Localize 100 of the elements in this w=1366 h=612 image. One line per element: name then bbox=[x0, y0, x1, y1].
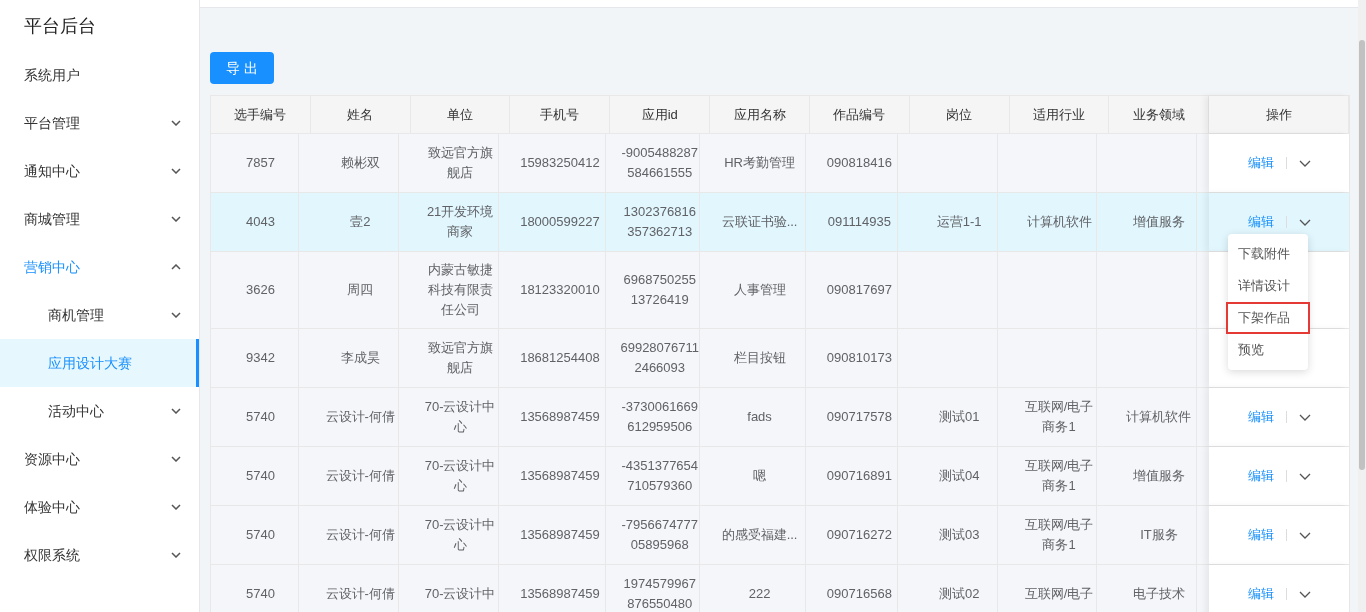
table-cell-text: 9342 bbox=[245, 349, 275, 367]
table-cell-text: 的感受福建... bbox=[721, 526, 798, 544]
edit-link[interactable]: 编辑 bbox=[1247, 525, 1274, 545]
sidebar-item[interactable]: 权限系统 bbox=[0, 531, 199, 579]
sidebar-item[interactable]: 商城管理 bbox=[0, 195, 199, 243]
table-cell-text: 周四 bbox=[347, 281, 374, 299]
sidebar-item[interactable]: 资源中心 bbox=[0, 435, 199, 483]
chevron-down-icon bbox=[171, 120, 181, 126]
table-row[interactable]: 5740 云设计-何倩 70-云设计中心 13568987459 -795667477705895968 的感受福建... 090716272 测试03 互联网/电子商务1 IT服务 编辑 bbox=[211, 505, 1349, 564]
table-cell-text: 1974579967876550480 bbox=[622, 575, 697, 612]
table-cell-text: 13568987459 bbox=[520, 408, 600, 426]
chevron-down-icon[interactable] bbox=[1298, 413, 1311, 421]
table-cell-text: 赖彬双 bbox=[340, 154, 380, 172]
table-cell-text: 222 bbox=[748, 585, 771, 603]
table-cell-text: 090810173 bbox=[826, 349, 892, 367]
export-button[interactable]: 导 出 bbox=[210, 52, 274, 84]
sidebar-item[interactable]: 通知中心 bbox=[0, 147, 199, 195]
chevron-up-icon bbox=[171, 264, 181, 270]
table-cell-text: 人事管理 bbox=[733, 281, 786, 299]
edit-link[interactable]: 编辑 bbox=[1247, 153, 1274, 173]
table-cell-text: 091114935 bbox=[827, 213, 891, 231]
table-cell-text: 70-云设计中心 bbox=[423, 398, 497, 436]
table-cell-text: 计算机软件 bbox=[1126, 408, 1192, 426]
scrollbar[interactable] bbox=[1358, 0, 1366, 612]
sidebar-item[interactable]: 体验中心 bbox=[0, 483, 199, 531]
table-cell-text: 测试01 bbox=[939, 408, 980, 426]
table-cell-text: 13568987459 bbox=[520, 467, 600, 485]
table-row[interactable]: 5740 云设计-何倩 70-云设计中 13568987459 1974579967876550480 222 090716568 测试02 互联网/电子 电子技术 编辑 bbox=[211, 564, 1349, 612]
table-row[interactable]: 5740 云设计-何倩 70-云设计中心 13568987459 -3730061669612959506 fads 090717578 测试01 互联网/电子商务1 计算机软件 编辑 bbox=[211, 387, 1349, 446]
table-cell-text: 5740 bbox=[245, 467, 275, 485]
chevron-down-icon bbox=[171, 408, 181, 414]
table-cell-text: 090817697 bbox=[826, 281, 892, 299]
table-cell-text: 696875025513726419 bbox=[622, 271, 697, 309]
sidebar-item[interactable]: 系统用户 bbox=[0, 51, 199, 99]
table-cell-text: HR考勤管理 bbox=[724, 154, 795, 172]
table-cell-text: 70-云设计中 bbox=[424, 585, 496, 603]
chevron-down-icon bbox=[171, 168, 181, 174]
table-cell-text: 5740 bbox=[245, 526, 275, 544]
table-cell-text: 互联网/电子商务1 bbox=[1023, 516, 1095, 554]
table-cell-text: 云联证书验... bbox=[721, 213, 798, 231]
table-cell-text: 云设计-何倩 bbox=[325, 526, 395, 544]
table-cell-text: 互联网/电子商务1 bbox=[1023, 398, 1095, 436]
table-cell-text: 测试03 bbox=[939, 526, 980, 544]
table-cell-text: 电子技术 bbox=[1132, 585, 1185, 603]
table-cell-text: 云设计-何倩 bbox=[325, 585, 395, 603]
chevron-down-icon bbox=[171, 312, 181, 318]
table-cell-text: 21开发环境商家 bbox=[425, 203, 495, 241]
table-cell-text: 70-云设计中心 bbox=[423, 516, 497, 554]
chevron-down-icon bbox=[171, 504, 181, 510]
sidebar-title: 平台后台 bbox=[23, 14, 97, 38]
chevron-down-icon bbox=[171, 216, 181, 222]
table-cell-text: 4043 bbox=[245, 213, 275, 231]
sidebar-item[interactable]: 平台管理 bbox=[0, 99, 199, 147]
chevron-down-icon[interactable] bbox=[1298, 218, 1311, 226]
table-cell-text: 运营1-1 bbox=[936, 213, 982, 231]
table-cell-text: 互联网/电子商务1 bbox=[1023, 457, 1095, 495]
menu-item[interactable]: 详情设计 bbox=[1228, 270, 1309, 302]
table-cell-text: 云设计-何倩 bbox=[325, 408, 395, 426]
chevron-down-icon[interactable] bbox=[1298, 472, 1311, 480]
edit-link[interactable]: 编辑 bbox=[1247, 584, 1274, 604]
table-cell-text: 18681254408 bbox=[520, 349, 600, 367]
table-cell-text: 增值服务 bbox=[1132, 467, 1185, 485]
edit-link[interactable]: 编辑 bbox=[1247, 407, 1274, 427]
menu-item[interactable]: 下架作品 bbox=[1226, 302, 1311, 334]
table-cell-text: 测试02 bbox=[939, 585, 980, 603]
table-cell-text: 3626 bbox=[245, 281, 275, 299]
sidebar-item[interactable]: 活动中心 bbox=[0, 387, 199, 435]
table-cell-text: -795667477705895968 bbox=[620, 516, 700, 554]
table-cell-text: 090818416 bbox=[826, 154, 892, 172]
table-row[interactable]: 5740 云设计-何倩 70-云设计中心 13568987459 -4351377654710579360 嗯 090716891 测试04 互联网/电子商务1 增值服务 编辑 bbox=[211, 446, 1349, 505]
table-cell-text: fads bbox=[747, 408, 772, 426]
sidebar-item[interactable]: 商机管理 bbox=[0, 291, 199, 339]
table-cell-text: 嗯 bbox=[753, 467, 767, 485]
table-cell-text: 13568987459 bbox=[520, 585, 600, 603]
edit-link[interactable]: 编辑 bbox=[1247, 466, 1274, 486]
table-cell-text: 5740 bbox=[245, 408, 275, 426]
sidebar-item[interactable]: 营销中心 bbox=[0, 243, 199, 291]
table-cell-text: 18000599227 bbox=[520, 213, 600, 231]
table-cell-text: 090716568 bbox=[826, 585, 892, 603]
chevron-down-icon bbox=[171, 456, 181, 462]
table-cell-text: 栏目按钮 bbox=[733, 349, 786, 367]
table-cell-text: -4351377654710579360 bbox=[620, 457, 700, 495]
chevron-down-icon[interactable] bbox=[1298, 590, 1311, 598]
table-cell-text: 15983250412 bbox=[520, 154, 600, 172]
table-cell-text: 090717578 bbox=[826, 408, 892, 426]
table-cell-text: -9005488287584661555 bbox=[620, 144, 700, 182]
table-cell-text: 7857 bbox=[245, 154, 275, 172]
table-cell-text: 5740 bbox=[245, 585, 275, 603]
table-cell-text: -3730061669612959506 bbox=[620, 398, 700, 436]
chevron-down-icon[interactable] bbox=[1298, 159, 1311, 167]
table-cell-text: 增值服务 bbox=[1132, 213, 1185, 231]
table-cell-text: 测试04 bbox=[939, 467, 980, 485]
chevron-down-icon[interactable] bbox=[1298, 531, 1311, 539]
table-row[interactable]: 7857 赖彬双 致远官方旗舰店 15983250412 -9005488287584661555 HR考勤管理 090818416 编辑 bbox=[211, 133, 1349, 192]
table-cell-text: 18123320010 bbox=[520, 281, 600, 299]
chevron-down-icon bbox=[171, 552, 181, 558]
table-cell-text: 互联网/电子 bbox=[1024, 585, 1094, 603]
table-cell-text: 090716891 bbox=[826, 467, 892, 485]
table-cell-text: 内蒙古敏捷科技有限责任公司 bbox=[426, 261, 494, 319]
table-cell-text: 090716272 bbox=[826, 526, 892, 544]
